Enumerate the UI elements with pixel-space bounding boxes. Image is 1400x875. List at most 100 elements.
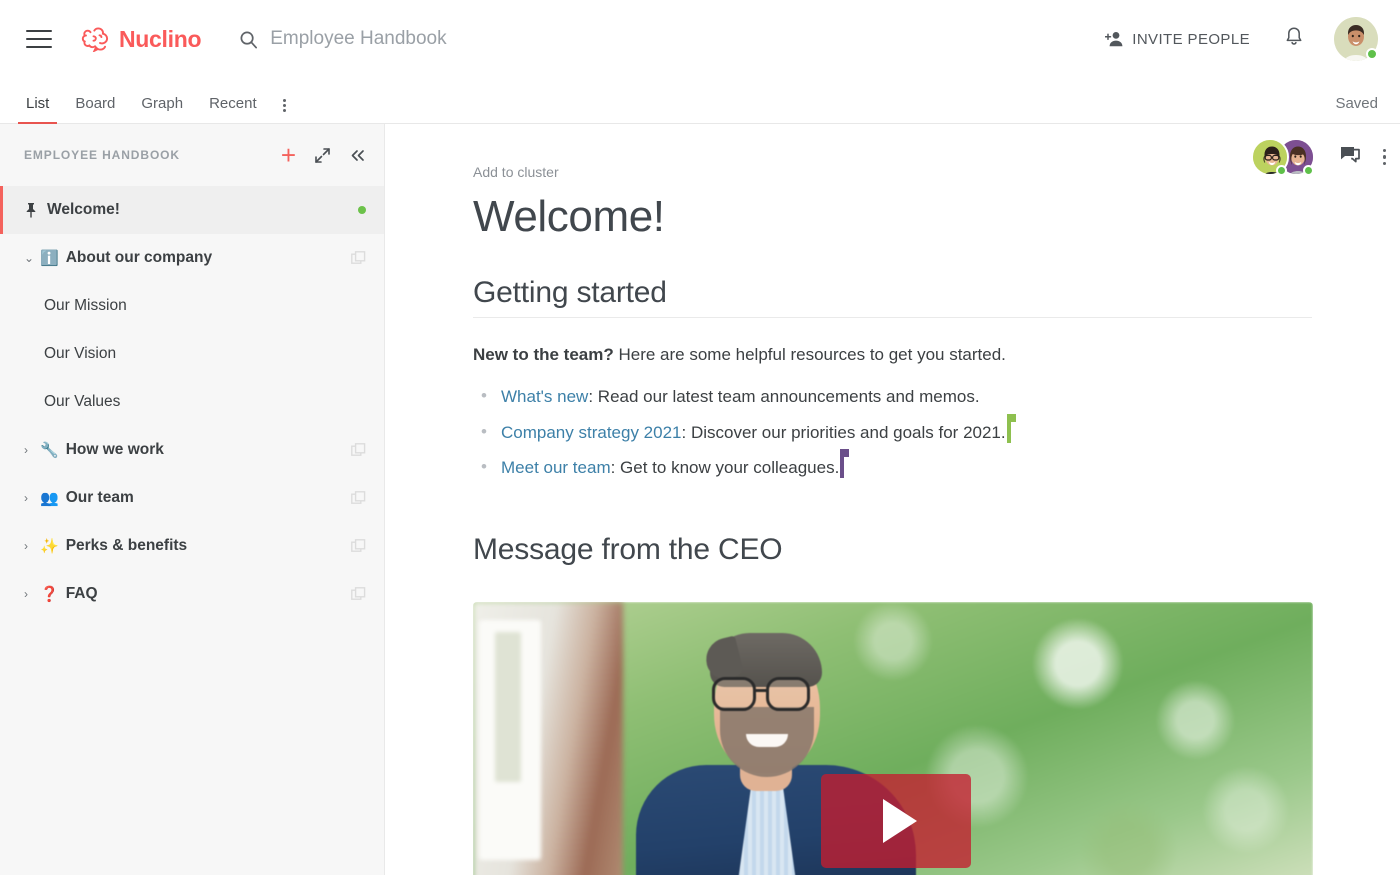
sidebar-item-label: Our Mission (44, 297, 127, 314)
pin-icon (26, 203, 36, 218)
intro-paragraph: New to the team? Here are some helpful r… (473, 342, 1312, 368)
document-pane: Add to cluster Welcome! Getting started … (385, 124, 1400, 875)
chevron-right-icon[interactable]: › (24, 444, 36, 456)
intro-rest: Here are some helpful resources to get y… (613, 345, 1006, 364)
comment-icon (1340, 146, 1360, 162)
view-tab-bar: List Board Graph Recent Saved (0, 78, 1400, 124)
list-item: Meet our team: Get to know your colleagu… (473, 449, 1312, 481)
question-emoji-icon: ❓ (40, 585, 59, 603)
section-heading-message-from-the-ceo: Message from the CEO (473, 532, 783, 566)
avatar-status-dot (1366, 48, 1378, 60)
sidebar: EMPLOYEE HANDBOOK + Welcome! ⌄ ℹ️ About … (0, 124, 385, 875)
sparkles-emoji-icon: ✨ (40, 537, 59, 555)
cluster-icon (351, 250, 366, 264)
sidebar-item-how-we-work[interactable]: › 🔧 How we work (0, 426, 384, 474)
hamburger-icon[interactable] (26, 30, 52, 48)
brand-logo-link[interactable]: Nuclino (80, 25, 202, 53)
collaborator-caret-purple (840, 449, 850, 479)
chevron-right-icon[interactable]: › (24, 492, 36, 504)
sidebar-item-label: About our company (65, 249, 213, 266)
invite-people-button[interactable]: INVITE PEOPLE (1105, 31, 1250, 48)
document-more-menu[interactable] (1382, 148, 1386, 166)
video-window (479, 619, 541, 860)
tab-board[interactable]: Board (75, 95, 115, 123)
chevron-right-icon[interactable]: › (24, 588, 36, 600)
play-triangle-icon (883, 798, 917, 843)
document-actions (1250, 138, 1386, 176)
person-smile (746, 733, 788, 747)
chevron-right-icon[interactable]: › (24, 540, 36, 552)
info-emoji-icon: ℹ️ (40, 249, 59, 267)
person-add-icon (1105, 32, 1123, 47)
sidebar-item-faq[interactable]: › ❓ FAQ (0, 570, 384, 618)
plus-icon: + (280, 140, 296, 170)
list-item-text: : Discover our priorities and goals for … (681, 422, 1006, 442)
tab-recent-label: Recent (209, 95, 257, 112)
nuclino-brain-icon (81, 27, 109, 52)
invite-people-label: INVITE PEOPLE (1132, 30, 1250, 48)
add-to-cluster-link[interactable]: Add to cluster (473, 164, 1312, 180)
collapse-left-icon (351, 149, 364, 161)
search-input[interactable]: Employee Handbook (239, 28, 447, 50)
play-button[interactable] (821, 773, 971, 868)
sidebar-item-welcome[interactable]: Welcome! (0, 186, 384, 234)
link-meet-our-team[interactable]: Meet our team (501, 458, 611, 477)
sidebar-item-about-our-company[interactable]: ⌄ ℹ️ About our company (0, 234, 384, 282)
sidebar-item-perks-and-benefits[interactable]: › ✨ Perks & benefits (0, 522, 384, 570)
document-body: Add to cluster Welcome! Getting started … (385, 124, 1400, 875)
collaborator-caret-green (1006, 413, 1016, 443)
tab-recent[interactable]: Recent (209, 95, 257, 123)
cluster-icon (351, 538, 366, 552)
people-emoji-icon: 👥 (40, 489, 59, 507)
sidebar-item-our-vision[interactable]: Our Vision (0, 330, 384, 378)
sidebar-item-our-mission[interactable]: Our Mission (0, 282, 384, 330)
tab-overflow-menu-icon[interactable] (282, 99, 286, 123)
save-status: Saved (1335, 95, 1378, 112)
sidebar-item-label: Perks & benefits (65, 537, 188, 554)
sidebar-item-label: Our Values (44, 393, 121, 410)
tab-board-label: Board (75, 95, 116, 112)
sidebar-item-label: How we work (65, 441, 164, 458)
list-item-text: : Get to know your colleagues. (610, 458, 840, 478)
wrench-emoji-icon: 🔧 (40, 441, 59, 459)
sidebar-item-label: FAQ (65, 585, 98, 602)
add-item-button[interactable]: + (280, 140, 296, 170)
expand-sidebar-button[interactable] (314, 147, 331, 164)
top-bar: Nuclino Employee Handbook INVITE PEOPLE (0, 0, 1400, 78)
comments-button[interactable] (1339, 145, 1361, 170)
search-value: Employee Handbook (270, 28, 447, 49)
person-glasses (710, 676, 826, 711)
list-item: Company strategy 2021: Discover our prio… (473, 413, 1312, 446)
unread-dot (358, 206, 366, 214)
list-item: What's new: Read our latest team announc… (473, 383, 1312, 410)
sidebar-item-our-values[interactable]: Our Values (0, 378, 384, 426)
sidebar-item-label: Welcome! (47, 201, 120, 218)
glasses-lens-right (766, 676, 810, 711)
tab-graph[interactable]: Graph (141, 95, 183, 123)
cluster-icon (351, 490, 366, 504)
tab-graph-label: Graph (141, 95, 184, 112)
collaborator-avatars[interactable] (1250, 138, 1317, 176)
collaborator-2-status-dot (1302, 165, 1314, 176)
link-whats-new[interactable]: What's new (501, 387, 588, 406)
chevron-down-icon[interactable]: ⌄ (24, 252, 36, 264)
sidebar-item-our-team[interactable]: › 👥 Our team (0, 474, 384, 522)
intro-bold: New to the team? (473, 345, 614, 364)
link-company-strategy-2021[interactable]: Company strategy 2021 (501, 423, 682, 442)
search-icon (240, 31, 258, 48)
section-heading-getting-started: Getting started (473, 276, 1312, 318)
sidebar-header: EMPLOYEE HANDBOOK + (0, 124, 384, 186)
user-avatar[interactable] (1334, 17, 1378, 61)
list-item-text: : Read our latest team announcements and… (588, 387, 980, 407)
top-bar-right: INVITE PEOPLE (1105, 17, 1378, 61)
workspace-title: EMPLOYEE HANDBOOK (24, 148, 180, 162)
tab-list-label: List (26, 95, 50, 112)
page-title: Welcome! (473, 192, 665, 241)
bell-icon (1286, 26, 1302, 45)
notifications-button[interactable] (1284, 26, 1304, 53)
ceo-video-embed[interactable] (473, 601, 1313, 875)
expand-icon (315, 147, 330, 163)
brand-name: Nuclino (119, 25, 202, 52)
collapse-sidebar-button[interactable] (349, 148, 366, 163)
tab-list[interactable]: List (17, 95, 58, 124)
